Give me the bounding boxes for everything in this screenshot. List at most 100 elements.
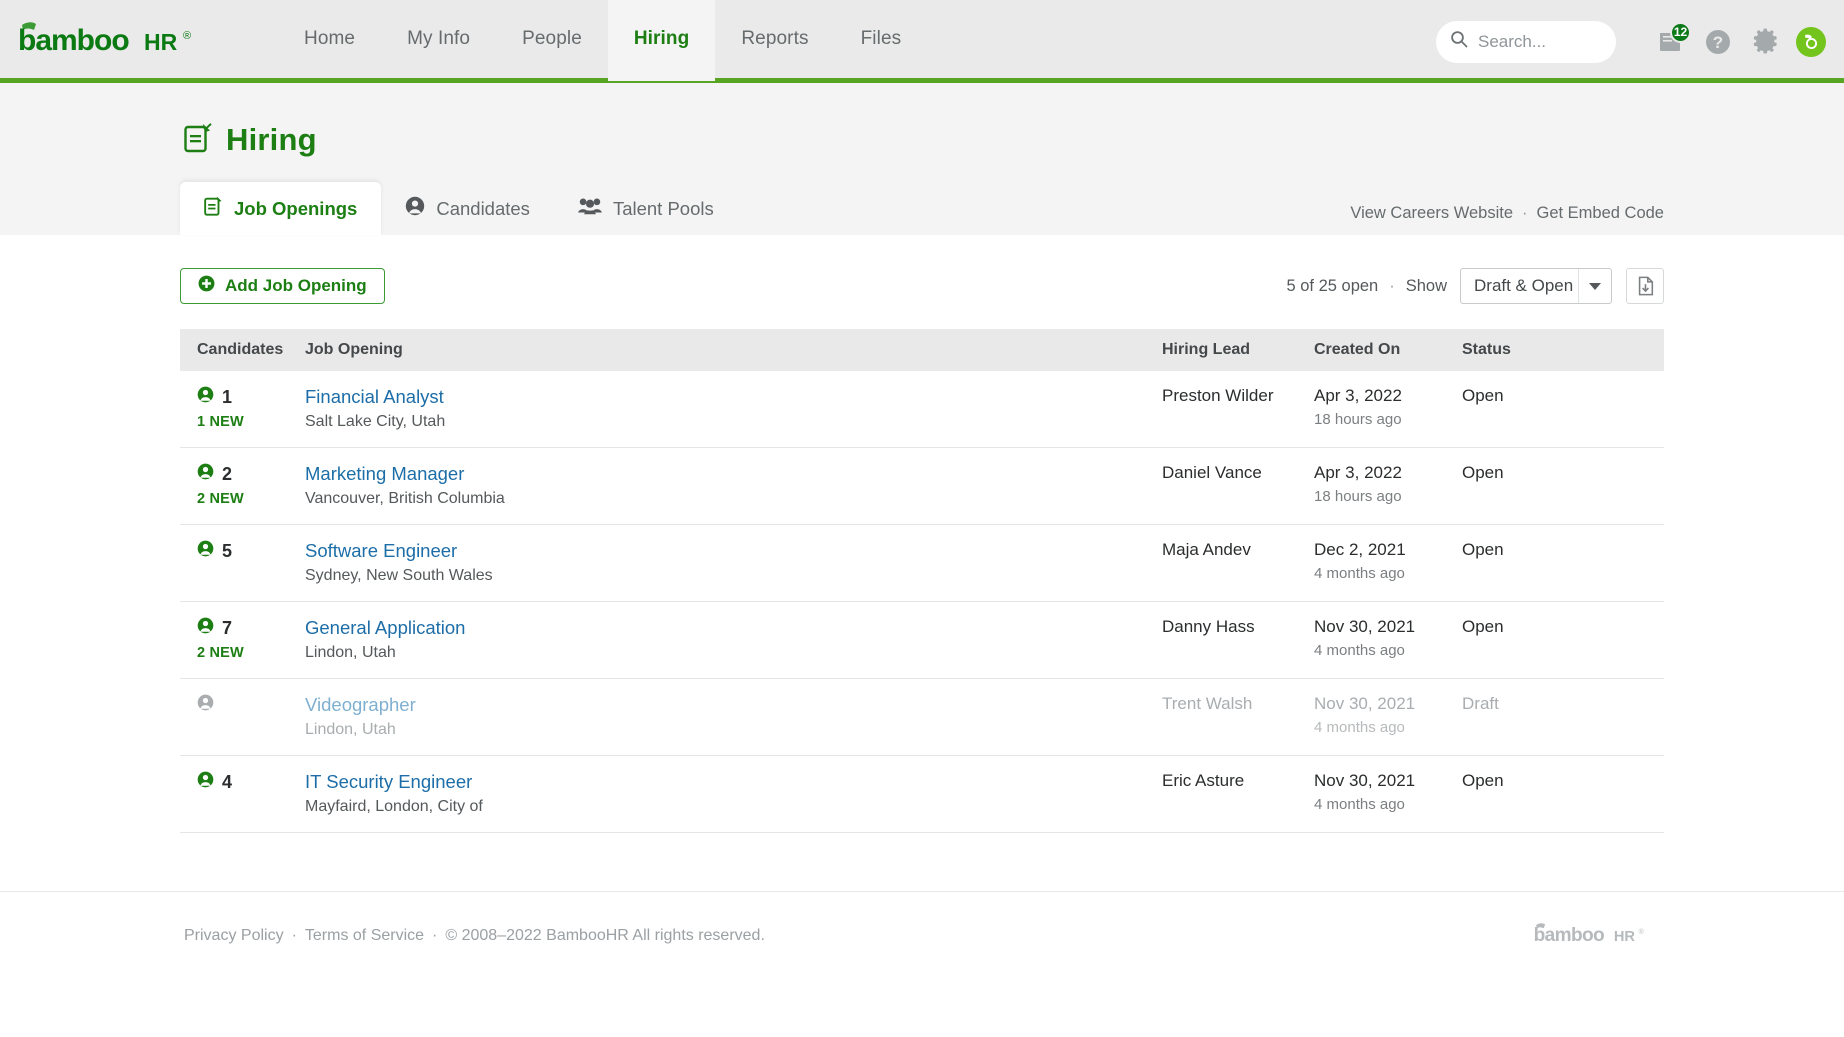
column-header-hiring-lead[interactable]: Hiring Lead (1162, 329, 1314, 371)
created-on-relative: 18 hours ago (1314, 411, 1462, 428)
privacy-policy-link[interactable]: Privacy Policy (184, 927, 284, 945)
page-title-row: Hiring (184, 122, 1664, 158)
created-on-date: Apr 3, 2022 (1314, 386, 1462, 406)
status-badge: Open (1462, 617, 1664, 637)
cell-hiring-lead: Maja Andev (1162, 525, 1314, 602)
created-on-date: Apr 3, 2022 (1314, 463, 1462, 483)
svg-text:bamboo: bamboo (18, 24, 129, 57)
person-circle-icon (197, 694, 214, 716)
cell-job-opening: IT Security Engineer Mayfaird, London, C… (305, 756, 1162, 833)
svg-text:?: ? (1713, 33, 1723, 52)
job-opening-link[interactable]: General Application (305, 617, 1162, 639)
cell-candidates (180, 679, 305, 756)
clipboard-pin-icon (184, 123, 212, 158)
toolbar-separator: · (1389, 277, 1395, 296)
add-job-opening-button[interactable]: Add Job Opening (180, 268, 385, 304)
list-filters: 5 of 25 open · Show Draft & Open (1286, 268, 1664, 304)
cell-job-opening: Videographer Lindon, Utah (305, 679, 1162, 756)
tab-bar: Job Openings Candidates (180, 182, 1664, 235)
help-button[interactable]: ? (1694, 18, 1742, 66)
person-circle-icon (197, 540, 214, 562)
tab-label: Talent Pools (613, 198, 714, 220)
global-search[interactable] (1436, 21, 1616, 63)
created-on-date: Nov 30, 2021 (1314, 694, 1462, 714)
copyright-text: © 2008–2022 BambooHR All rights reserved… (445, 927, 765, 945)
cell-job-opening: Software Engineer Sydney, New South Wale… (305, 525, 1162, 602)
main-nav-links: Home My Info People Hiring Reports Files (278, 0, 927, 81)
person-circle-icon (405, 196, 425, 221)
svg-text:HR: HR (144, 29, 178, 55)
svg-text:®: ® (183, 30, 191, 42)
cell-hiring-lead: Preston Wilder (1162, 371, 1314, 448)
job-opening-link[interactable]: IT Security Engineer (305, 771, 1162, 793)
get-embed-code-link[interactable]: Get Embed Code (1537, 204, 1665, 223)
job-opening-link[interactable]: Software Engineer (305, 540, 1162, 562)
footer-links: Privacy Policy · Terms of Service · © 20… (184, 927, 765, 945)
column-header-job-opening[interactable]: Job Opening (305, 329, 1162, 371)
table-row[interactable]: Videographer Lindon, Utah Trent Walsh No… (180, 679, 1664, 756)
created-on-relative: 18 hours ago (1314, 488, 1462, 505)
nav-item-hiring[interactable]: Hiring (608, 0, 716, 81)
cell-hiring-lead: Trent Walsh (1162, 679, 1314, 756)
cell-status: Open (1462, 371, 1664, 448)
table-row[interactable]: 7 2 NEW General Application Lindon, Utah… (180, 602, 1664, 679)
cell-hiring-lead: Eric Asture (1162, 756, 1314, 833)
table-row[interactable]: 4 IT Security Engineer Mayfaird, London,… (180, 756, 1664, 833)
status-filter-select[interactable]: Draft & Open (1460, 268, 1612, 304)
settings-button[interactable] (1742, 18, 1790, 66)
inbox-button[interactable]: 12 (1646, 18, 1694, 66)
user-avatar[interactable] (1796, 27, 1826, 57)
search-input[interactable] (1478, 32, 1598, 52)
nav-item-my-info[interactable]: My Info (381, 0, 496, 81)
tab-job-openings[interactable]: Job Openings (180, 182, 381, 235)
view-careers-website-link[interactable]: View Careers Website (1350, 204, 1513, 223)
cell-status: Open (1462, 448, 1664, 525)
candidate-count-line: 2 (197, 463, 305, 485)
show-label: Show (1406, 277, 1447, 296)
nav-item-people[interactable]: People (496, 0, 608, 81)
new-candidate-badge: 2 NEW (197, 491, 305, 507)
table-row[interactable]: 2 2 NEW Marketing Manager Vancouver, Bri… (180, 448, 1664, 525)
export-button[interactable] (1626, 268, 1664, 304)
column-header-created-on[interactable]: Created On (1314, 329, 1462, 371)
job-opening-link[interactable]: Marketing Manager (305, 463, 1162, 485)
tab-candidates[interactable]: Candidates (381, 182, 554, 235)
nav-item-home[interactable]: Home (278, 0, 381, 81)
job-opening-link[interactable]: Financial Analyst (305, 386, 1162, 408)
job-location: Sydney, New South Wales (305, 567, 1162, 585)
page-title: Hiring (226, 122, 317, 158)
bamboohr-logo[interactable]: bamboo HR ® (16, 16, 226, 62)
status-filter-value: Draft & Open (1461, 276, 1573, 296)
nav-item-files[interactable]: Files (835, 0, 928, 81)
hiring-lead-name: Preston Wilder (1162, 386, 1314, 406)
column-header-status[interactable]: Status (1462, 329, 1664, 371)
hiring-lead-name: Daniel Vance (1162, 463, 1314, 483)
cell-job-opening: Financial Analyst Salt Lake City, Utah (305, 371, 1162, 448)
cell-candidates: 1 1 NEW (180, 371, 305, 448)
gear-icon (1753, 28, 1780, 55)
search-icon (1450, 30, 1468, 53)
link-separator: · (1522, 204, 1528, 223)
chevron-down-icon[interactable] (1578, 269, 1611, 303)
cell-status: Open (1462, 756, 1664, 833)
hiring-lead-name: Eric Asture (1162, 771, 1314, 791)
person-circle-icon (197, 386, 214, 408)
new-candidate-badge: 2 NEW (197, 645, 305, 661)
person-circle-icon (197, 463, 214, 485)
terms-of-service-link[interactable]: Terms of Service (305, 927, 424, 945)
cell-candidates: 2 2 NEW (180, 448, 305, 525)
table-row[interactable]: 1 1 NEW Financial Analyst Salt Lake City… (180, 371, 1664, 448)
job-opening-link[interactable]: Videographer (305, 694, 1162, 716)
list-toolbar: Add Job Opening 5 of 25 open · Show Draf… (180, 263, 1664, 309)
table-body: 1 1 NEW Financial Analyst Salt Lake City… (180, 371, 1664, 833)
table-row[interactable]: 5 Software Engineer Sydney, New South Wa… (180, 525, 1664, 602)
clipboard-pin-icon (204, 196, 223, 221)
hiring-lead-name: Trent Walsh (1162, 694, 1314, 714)
candidate-count: 2 (222, 464, 232, 485)
column-header-candidates[interactable]: Candidates (180, 329, 305, 371)
nav-item-reports[interactable]: Reports (715, 0, 834, 81)
status-badge: Draft (1462, 694, 1664, 714)
created-on-relative: 4 months ago (1314, 796, 1462, 813)
tab-talent-pools[interactable]: Talent Pools (554, 182, 738, 235)
svg-text:HR: HR (1614, 929, 1636, 945)
